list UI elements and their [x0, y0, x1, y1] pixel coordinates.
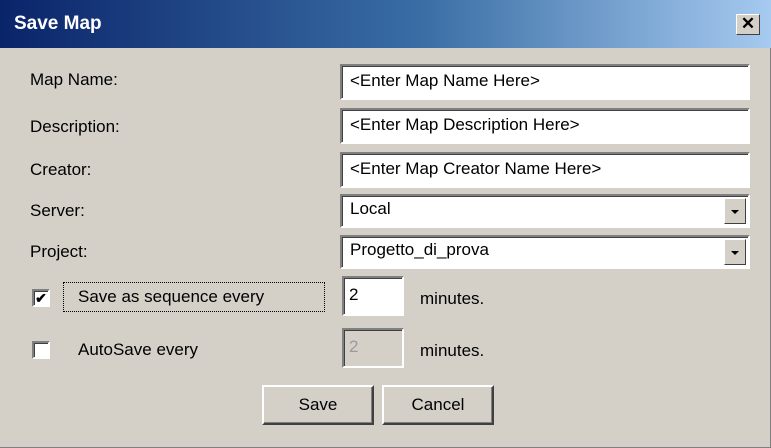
sequence-label[interactable]: Save as sequence every	[78, 287, 264, 307]
creator-input[interactable]: <Enter Map Creator Name Here>	[340, 152, 750, 188]
project-selected-value: Progetto_di_prova	[350, 240, 489, 259]
save-button[interactable]: Save	[262, 385, 374, 425]
autosave-unit-label: minutes.	[420, 341, 485, 360]
description-input[interactable]: <Enter Map Description Here>	[340, 108, 750, 144]
map-name-input[interactable]: <Enter Map Name Here>	[340, 64, 750, 100]
description-label: Description:	[30, 117, 120, 136]
server-label: Server:	[30, 201, 85, 220]
server-dropdown-button[interactable]	[724, 198, 746, 224]
close-icon: ✕	[740, 14, 756, 33]
chevron-down-icon	[731, 251, 739, 255]
chevron-down-icon	[731, 210, 739, 214]
creator-label: Creator:	[30, 160, 92, 179]
map-name-label: Map Name:	[30, 70, 118, 89]
dialog-title: Save Map	[14, 13, 102, 34]
project-dropdown-button[interactable]	[724, 239, 746, 265]
autosave-checkbox[interactable]	[32, 341, 50, 359]
server-select[interactable]: Local	[340, 194, 750, 228]
title-bar[interactable]: Save Map ✕	[0, 0, 771, 48]
close-button[interactable]: ✕	[736, 14, 760, 35]
cancel-button[interactable]: Cancel	[382, 385, 494, 425]
save-map-dialog: Save Map ✕ Map Name: <Enter Map Name Her…	[0, 0, 771, 448]
autosave-label[interactable]: AutoSave every	[78, 340, 198, 360]
checkmark-icon: ✔	[35, 290, 47, 306]
project-label: Project:	[30, 242, 88, 261]
sequence-unit-label: minutes.	[420, 289, 485, 308]
project-select[interactable]: Progetto_di_prova	[340, 235, 750, 269]
sequence-interval-input[interactable]: 2	[342, 276, 404, 316]
server-selected-value: Local	[350, 199, 391, 218]
autosave-interval-input[interactable]: 2	[342, 328, 404, 368]
sequence-checkbox[interactable]: ✔	[32, 289, 50, 307]
